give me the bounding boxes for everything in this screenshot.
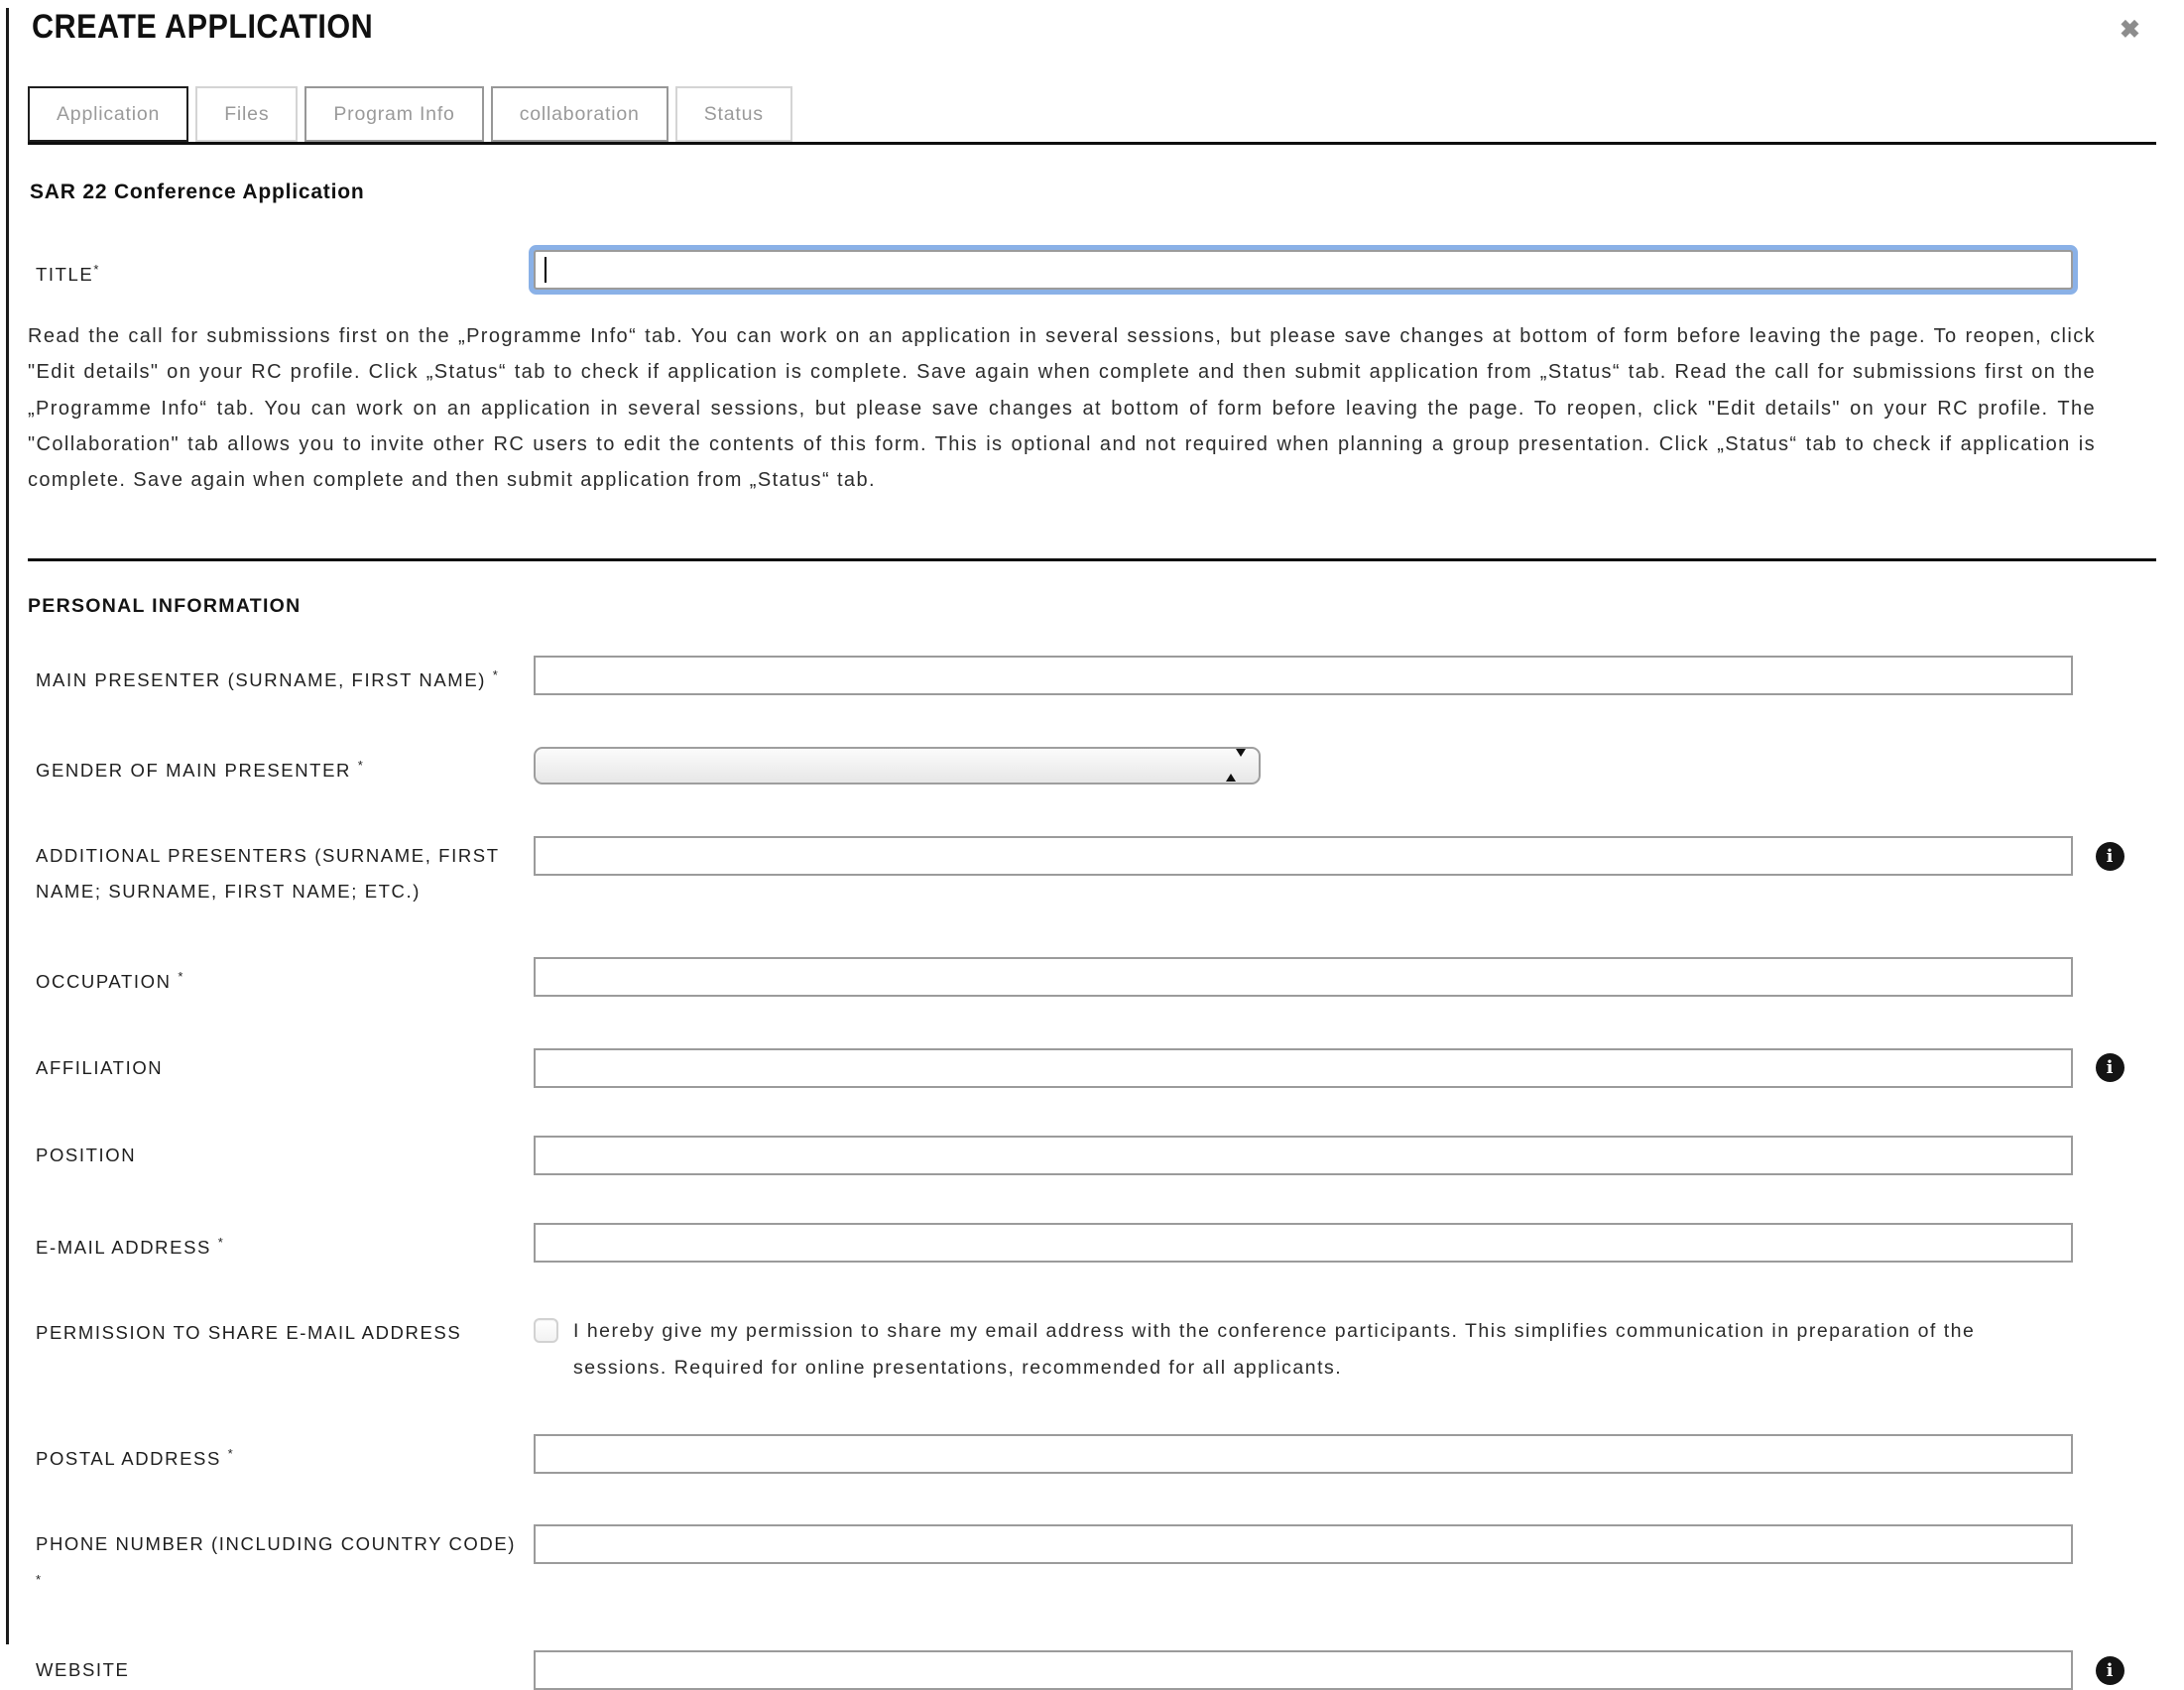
field-label-main-presenter: MAIN PRESENTER (SURNAME, FIRST NAME) * (28, 656, 534, 698)
field-label-additional-presenters: ADDITIONAL PRESENTERS (SURNAME, FIRST NA… (28, 836, 534, 909)
tab-bar: ApplicationFilesProgram Infocollaboratio… (28, 86, 2184, 142)
field-input-postal-address[interactable] (534, 1434, 2073, 1474)
field-select-gender[interactable] (534, 747, 1261, 785)
icon-slot (2073, 1223, 2146, 1263)
field-control-additional-presenters (534, 836, 2073, 876)
select-arrows-icon (1226, 757, 1246, 775)
section-divider (28, 558, 2156, 561)
field-input-additional-presenters[interactable] (534, 836, 2073, 876)
form-heading: SAR 22 Conference Application (30, 181, 2184, 204)
field-label-position: POSITION (28, 1136, 534, 1173)
icon-slot: i (2073, 1650, 2146, 1690)
field-input-main-presenter[interactable] (534, 656, 2073, 695)
required-mark: * (93, 262, 100, 277)
icon-slot (2073, 957, 2146, 997)
form-rows: MAIN PRESENTER (SURNAME, FIRST NAME) * GE… (28, 656, 2184, 1690)
tab-program-info[interactable]: Program Info (304, 86, 483, 142)
field-label-gender: GENDER OF MAIN PRESENTER * (28, 746, 534, 788)
field-label-postal-address: POSTAL ADDRESS * (28, 1434, 534, 1477)
field-row-position: POSITION (28, 1136, 2184, 1175)
info-icon[interactable]: i (2096, 1656, 2124, 1685)
field-row-affiliation: AFFILIATION i (28, 1048, 2184, 1088)
field-label-permission: PERMISSION TO SHARE E-MAIL ADDRESS (28, 1313, 534, 1351)
application-form: SAR 22 Conference Application TITLE* Rea… (28, 181, 2184, 1690)
field-control-phone (534, 1524, 2073, 1564)
field-row-additional-presenters: ADDITIONAL PRESENTERS (SURNAME, FIRST NA… (28, 836, 2184, 909)
field-row-occupation: OCCUPATION * (28, 957, 2184, 1000)
icon-slot (2073, 656, 2146, 695)
field-row-gender: GENDER OF MAIN PRESENTER * (28, 746, 2184, 788)
intro-text: Read the call for submissions first on t… (28, 318, 2096, 537)
field-control-occupation (534, 957, 2073, 997)
title-input-wrap (534, 250, 2073, 290)
field-row-permission: PERMISSION TO SHARE E-MAIL ADDRESS I here… (28, 1313, 2184, 1387)
field-label-affiliation: AFFILIATION (28, 1048, 534, 1086)
field-label-title: TITLE* (28, 250, 534, 293)
field-control-affiliation (534, 1048, 2073, 1088)
text-caret (545, 257, 546, 283)
field-row-title: TITLE* (28, 250, 2184, 293)
field-row-main-presenter: MAIN PRESENTER (SURNAME, FIRST NAME) * (28, 656, 2184, 698)
select-value (536, 749, 1259, 755)
icon-slot (2073, 746, 2146, 785)
close-icon[interactable]: ✖ (2116, 14, 2144, 47)
field-control-position (534, 1136, 2073, 1175)
dialog-title: CREATE APPLICATION (32, 8, 1969, 47)
field-label-occupation: OCCUPATION * (28, 957, 534, 1000)
field-input-position[interactable] (534, 1136, 2073, 1175)
field-input-occupation[interactable] (534, 957, 2073, 997)
dialog-header: CREATE APPLICATION ✖ (28, 8, 2184, 47)
field-row-phone: PHONE NUMBER (INCLUDING COUNTRY CODE) * (28, 1524, 2184, 1603)
icon-slot (2073, 1524, 2146, 1564)
field-input-email[interactable] (534, 1223, 2073, 1263)
field-row-website: WEBSITE i (28, 1650, 2184, 1690)
tab-status[interactable]: Status (675, 86, 792, 142)
checkbox-text-permission: I hereby give my permission to share my … (573, 1313, 2031, 1387)
icon-slot (2073, 250, 2146, 290)
field-control-main-presenter (534, 656, 2073, 695)
field-control-website (534, 1650, 2073, 1690)
field-input-website[interactable] (534, 1650, 2073, 1690)
tab-files[interactable]: Files (195, 86, 298, 142)
required-mark: * (228, 1446, 235, 1461)
tab-collaboration[interactable]: collaboration (491, 86, 668, 142)
field-control-postal-address (534, 1434, 2073, 1474)
field-control-permission: I hereby give my permission to share my … (534, 1313, 2073, 1387)
icon-slot (2073, 1136, 2146, 1175)
title-input[interactable] (534, 250, 2073, 290)
checkbox-permission[interactable] (534, 1318, 558, 1343)
field-control-gender (534, 746, 2073, 785)
field-label-website: WEBSITE (28, 1650, 534, 1688)
section-heading: PERSONAL INFORMATION (28, 595, 2184, 618)
icon-slot (2073, 1434, 2146, 1474)
field-input-affiliation[interactable] (534, 1048, 2073, 1088)
required-mark: * (358, 758, 365, 773)
tab-application[interactable]: Application (28, 86, 188, 142)
icon-slot: i (2073, 836, 2146, 876)
field-label-email: E-MAIL ADDRESS * (28, 1223, 534, 1266)
info-icon[interactable]: i (2096, 1053, 2124, 1082)
required-mark: * (36, 1572, 43, 1587)
required-mark: * (178, 969, 184, 984)
icon-slot (2073, 1313, 2146, 1353)
field-control-email (534, 1223, 2073, 1263)
create-application-dialog: CREATE APPLICATION ✖ ApplicationFilesPro… (9, 8, 2184, 1690)
field-label-phone: PHONE NUMBER (INCLUDING COUNTRY CODE) * (28, 1524, 534, 1603)
field-input-phone[interactable] (534, 1524, 2073, 1564)
tab-underline (28, 142, 2156, 145)
icon-slot: i (2073, 1048, 2146, 1088)
dialog-left-border (6, 8, 9, 1644)
field-row-email: E-MAIL ADDRESS * (28, 1223, 2184, 1266)
field-row-postal-address: POSTAL ADDRESS * (28, 1434, 2184, 1477)
required-mark: * (218, 1235, 225, 1250)
info-icon[interactable]: i (2096, 842, 2124, 871)
required-mark: * (493, 667, 500, 682)
